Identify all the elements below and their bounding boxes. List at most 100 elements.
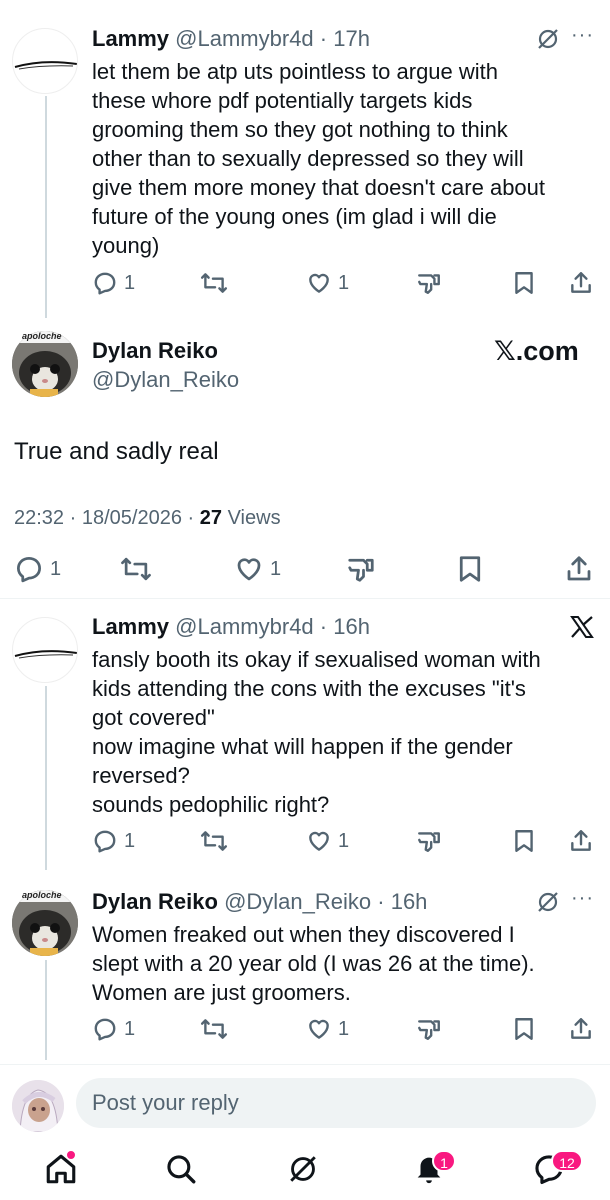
- bookmark-button[interactable]: [512, 1016, 536, 1042]
- reply-text: let them be atp uts pointless to argue w…: [92, 59, 546, 258]
- timestamp[interactable]: 16h: [333, 614, 370, 639]
- bookmark-icon: [515, 272, 533, 294]
- separator: ·: [377, 889, 385, 914]
- bookmark-icon: [515, 830, 533, 852]
- dislike-icon: [418, 832, 440, 852]
- separator: ·: [187, 507, 195, 529]
- dislike-icon: [418, 274, 440, 294]
- reply-button[interactable]: 1: [14, 554, 61, 584]
- like-count: 1: [338, 1017, 350, 1040]
- bookmark-button[interactable]: [512, 270, 536, 296]
- share-icon: [571, 1018, 591, 1039]
- x-com-watermark: 𝕏.com: [494, 336, 579, 366]
- repost-button[interactable]: [200, 270, 228, 296]
- divider: [0, 598, 610, 599]
- views-label: Views: [227, 507, 281, 529]
- tab-search[interactable]: [164, 1152, 198, 1191]
- like-count: 1: [338, 829, 350, 852]
- repost-button[interactable]: [200, 1016, 228, 1042]
- reply-header: Dylan Reiko @Dylan_Reiko · 16h: [92, 889, 427, 915]
- dislike-button[interactable]: [416, 270, 442, 296]
- separator: ·: [319, 26, 328, 51]
- dislike-button[interactable]: [346, 554, 376, 584]
- timestamp[interactable]: 17h: [333, 26, 370, 51]
- display-name[interactable]: Lammy: [92, 614, 169, 639]
- like-count: 1: [338, 271, 350, 294]
- reply-text: fansly booth its okay if sexualised woma…: [92, 647, 541, 817]
- reply-input[interactable]: Post your reply: [76, 1078, 596, 1128]
- home-notification-dot: [66, 1150, 76, 1160]
- anime-avatar-icon: [12, 1080, 64, 1132]
- repost-button[interactable]: [200, 828, 228, 854]
- notifications-badge: 1: [432, 1150, 456, 1172]
- reply-count: 1: [50, 557, 62, 580]
- reply-icon: [94, 1018, 116, 1041]
- share-button[interactable]: [568, 1016, 594, 1042]
- display-name[interactable]: Lammy: [92, 26, 169, 51]
- reply-button[interactable]: 1: [92, 828, 135, 854]
- post-time[interactable]: 22:32: [14, 507, 64, 529]
- repost-icon: [200, 831, 228, 851]
- dislike-button[interactable]: [416, 1016, 442, 1042]
- user-handle[interactable]: @Lammybr4d: [175, 614, 314, 639]
- thread-line: [45, 686, 47, 870]
- like-button[interactable]: 1: [306, 270, 349, 296]
- heart-icon: [309, 273, 329, 293]
- reply-text: Women freaked out when they discovered I…: [92, 922, 535, 1005]
- views-count[interactable]: 27: [200, 507, 222, 529]
- bookmark-button[interactable]: [456, 554, 484, 584]
- tab-grok[interactable]: [286, 1152, 320, 1191]
- like-count: 1: [270, 557, 282, 580]
- my-avatar[interactable]: [12, 1080, 64, 1132]
- avatar-scribble-icon: [14, 650, 77, 659]
- reply-count: 1: [124, 829, 136, 852]
- reply-icon: [17, 557, 41, 583]
- share-icon: [567, 556, 591, 581]
- avatar-scribble-icon: [14, 61, 77, 70]
- avatar[interactable]: [12, 28, 78, 94]
- display-name[interactable]: Dylan Reiko: [92, 889, 218, 914]
- avatar[interactable]: [12, 617, 78, 683]
- share-button[interactable]: [568, 270, 594, 296]
- share-button[interactable]: [568, 828, 594, 854]
- post-date[interactable]: 18/05/2026: [82, 507, 182, 529]
- author-handle[interactable]: @Dylan_Reiko: [92, 367, 239, 393]
- repost-icon: [200, 273, 228, 293]
- reply-count: 1: [124, 271, 136, 294]
- more-options-icon[interactable]: ···: [571, 887, 594, 910]
- timestamp[interactable]: 16h: [391, 889, 428, 914]
- share-button[interactable]: [564, 554, 594, 584]
- user-handle[interactable]: @Lammybr4d: [175, 26, 314, 51]
- share-icon: [571, 272, 591, 293]
- reply-button[interactable]: 1: [92, 1016, 135, 1042]
- separator: ·: [69, 507, 77, 529]
- post-text: True and sadly real: [14, 438, 219, 465]
- x-logo-icon: [570, 616, 594, 638]
- more-options-icon[interactable]: ···: [571, 24, 594, 47]
- reply-button[interactable]: 1: [92, 270, 135, 296]
- like-button[interactable]: 1: [306, 1016, 349, 1042]
- heart-icon: [309, 1019, 329, 1039]
- like-button[interactable]: 1: [234, 554, 281, 584]
- grok-icon[interactable]: [535, 26, 561, 52]
- messages-badge: 12: [551, 1150, 583, 1172]
- avatar-caption: apoloche: [22, 331, 62, 341]
- reply-count: 1: [124, 1017, 136, 1040]
- heart-icon: [237, 558, 261, 581]
- bookmark-icon: [459, 556, 481, 582]
- avatar-caption: apoloche: [22, 890, 62, 900]
- user-handle[interactable]: @Dylan_Reiko: [224, 889, 371, 914]
- like-button[interactable]: 1: [306, 828, 349, 854]
- thread-line: [45, 96, 47, 318]
- repost-button[interactable]: [120, 554, 152, 584]
- repost-icon: [121, 557, 151, 581]
- heart-icon: [309, 831, 329, 851]
- dislike-button[interactable]: [416, 828, 442, 854]
- dislike-icon: [418, 1020, 440, 1040]
- grok-icon: [290, 1156, 316, 1182]
- reply-placeholder: Post your reply: [92, 1090, 239, 1115]
- author-name[interactable]: Dylan Reiko: [92, 338, 218, 364]
- grok-icon[interactable]: [535, 889, 561, 915]
- thread-line: [45, 960, 47, 1060]
- bookmark-button[interactable]: [512, 828, 536, 854]
